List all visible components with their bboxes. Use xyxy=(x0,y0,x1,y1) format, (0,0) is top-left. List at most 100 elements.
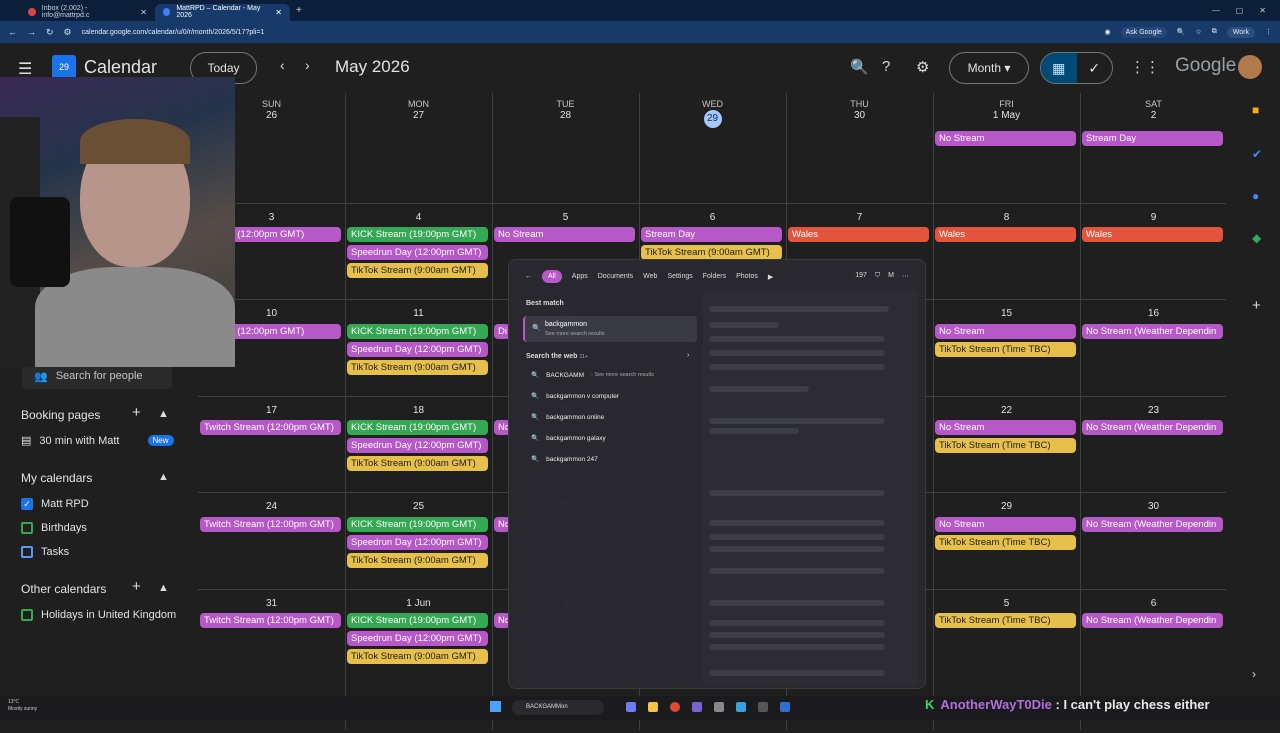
maximize-icon[interactable]: ▢ xyxy=(1236,6,1244,15)
calendar-item-holidays[interactable]: Holidays in United Kingdom xyxy=(21,609,176,621)
calendar-event[interactable]: Speedrun Day (12:00pm GMT) xyxy=(347,342,488,357)
search-icon[interactable]: 🔍 xyxy=(850,58,869,76)
contacts-icon[interactable]: ● xyxy=(1252,189,1259,203)
calendar-event[interactable]: No Stream xyxy=(935,324,1076,339)
day-number[interactable]: 30 xyxy=(786,110,933,121)
day-number[interactable]: 28 xyxy=(492,110,639,121)
app-icon[interactable] xyxy=(626,702,636,712)
app-icon[interactable] xyxy=(692,702,702,712)
calendar-view-icon[interactable]: ▦ xyxy=(1041,53,1077,83)
calendar-event[interactable]: No Stream (Weather Dependin xyxy=(1082,324,1223,339)
day-number[interactable]: 22 xyxy=(933,405,1080,416)
calendar-event[interactable]: TikTok Stream (9:00am GMT) xyxy=(347,456,488,471)
checkbox-icon[interactable] xyxy=(21,609,33,621)
day-number[interactable]: 1 Jun xyxy=(345,598,492,609)
calendar-logo-icon[interactable]: 29 xyxy=(52,55,76,79)
calendar-event[interactable]: No Stream xyxy=(935,420,1076,435)
calendar-event[interactable]: Speedrun Day (12:00pm GMT) xyxy=(347,631,488,646)
day-number[interactable]: 1 May xyxy=(933,110,1080,121)
app-icon[interactable] xyxy=(758,702,768,712)
filter-tab-web[interactable]: Web xyxy=(643,273,657,280)
keep-icon[interactable]: ■ xyxy=(1252,103,1259,117)
day-number[interactable]: 23 xyxy=(1080,405,1227,416)
web-suggestion-item[interactable]: 🔍 backgammon v computer xyxy=(531,392,619,401)
day-number[interactable]: 25 xyxy=(345,501,492,512)
app-icon[interactable] xyxy=(714,702,724,712)
web-suggestion-item[interactable]: 🔍 BACKGAMM - See more search results xyxy=(531,371,654,380)
filter-tab-settings[interactable]: Settings xyxy=(667,273,692,280)
filter-tab-apps[interactable]: Apps xyxy=(572,273,588,280)
calendar-event[interactable]: Twitch Stream (12:00pm GMT) xyxy=(200,613,341,628)
app-icon[interactable] xyxy=(736,702,746,712)
calendar-event[interactable]: Speedrun Day (12:00pm GMT) xyxy=(347,535,488,550)
back-arrow-icon[interactable]: ← xyxy=(525,273,532,280)
url-field[interactable]: calendar.google.com/calendar/u/0/r/month… xyxy=(82,29,265,36)
next-month-icon[interactable]: › xyxy=(305,57,310,73)
collapse-booking-icon[interactable]: ▲ xyxy=(158,408,169,420)
my-calendars-heading[interactable]: My calendars xyxy=(21,471,92,485)
calendar-event[interactable]: KICK Stream (19:00pm GMT) xyxy=(347,324,488,339)
calendar-event[interactable]: Stream Day xyxy=(1082,131,1223,146)
calendar-event[interactable]: TikTok Stream (Time TBC) xyxy=(935,613,1076,628)
booking-page-item[interactable]: ▤ 30 min with Matt New xyxy=(21,434,174,447)
calendar-event[interactable]: Twitch Stream (12:00pm GMT) xyxy=(200,420,341,435)
browser-tab-calendar[interactable]: MattRPD – Calendar - May 2026 ✕ xyxy=(155,3,290,21)
forward-icon[interactable]: → xyxy=(27,27,36,37)
calendar-event[interactable]: Wales xyxy=(1082,227,1223,242)
calendar-event[interactable]: No Stream xyxy=(935,517,1076,532)
day-number[interactable]: 9 xyxy=(1080,212,1227,223)
day-number[interactable]: 24 xyxy=(198,501,345,512)
add-booking-page-icon[interactable]: + xyxy=(132,404,141,421)
calendar-event[interactable]: Speedrun Day (12:00pm GMT) xyxy=(347,438,488,453)
browser-menu-icon[interactable]: ⋮ xyxy=(1265,28,1272,36)
filter-tab-folders[interactable]: Folders xyxy=(703,273,726,280)
back-icon[interactable]: ← xyxy=(8,27,17,37)
show-side-panel-icon[interactable]: › xyxy=(1252,667,1256,681)
more-filters-play-icon[interactable]: ▶ xyxy=(768,273,773,281)
eye-icon[interactable]: ◉ xyxy=(1104,28,1110,36)
apps-grid-icon[interactable]: ⋮⋮ xyxy=(1130,58,1160,76)
calendar-event[interactable]: Wales xyxy=(935,227,1076,242)
web-suggestion-item[interactable]: 🔍 backgammon online xyxy=(531,413,604,422)
day-number[interactable]: 31 xyxy=(198,598,345,609)
close-tab-icon[interactable]: ✕ xyxy=(275,8,282,17)
previous-month-icon[interactable]: ‹ xyxy=(280,57,285,73)
taskbar-search-box[interactable]: BACKGAMMon xyxy=(512,700,604,715)
account-letter[interactable]: M xyxy=(888,272,894,280)
calendar-event[interactable]: TikTok Stream (9:00am GMT) xyxy=(347,649,488,664)
checkbox-icon[interactable] xyxy=(21,522,33,534)
day-number[interactable]: 8 xyxy=(933,212,1080,223)
reload-icon[interactable]: ↻ xyxy=(46,27,54,38)
extensions-icon[interactable]: ⧉ xyxy=(1212,28,1217,36)
chrome-icon[interactable] xyxy=(670,702,680,712)
calendar-event[interactable]: TikTok Stream (Time TBC) xyxy=(935,535,1076,550)
maps-icon[interactable]: ◆ xyxy=(1252,231,1261,245)
search-web-arrow-icon[interactable]: › xyxy=(687,352,689,359)
ask-google-button[interactable]: Ask Google xyxy=(1120,26,1167,38)
best-match-item[interactable]: 🔍 backgammon See more search results xyxy=(523,316,697,342)
get-addons-icon[interactable]: + xyxy=(1252,297,1261,314)
filter-tab-photos[interactable]: Photos xyxy=(736,273,758,280)
calendar-event[interactable]: KICK Stream (19:00pm GMT) xyxy=(347,517,488,532)
calendar-event[interactable]: No Stream (Weather Dependin xyxy=(1082,420,1223,435)
settings-gear-icon[interactable]: ⚙ xyxy=(916,58,929,76)
calendar-event[interactable]: No Stream (Weather Dependin xyxy=(1082,613,1223,628)
calendar-event[interactable]: No Stream xyxy=(935,131,1076,146)
day-number[interactable]: 2 xyxy=(1080,110,1227,121)
day-number[interactable]: 27 xyxy=(345,110,492,121)
calendar-event[interactable]: KICK Stream (19:00pm GMT) xyxy=(347,227,488,242)
other-calendars-heading[interactable]: Other calendars xyxy=(21,582,106,596)
day-number[interactable]: 6 xyxy=(1080,598,1227,609)
site-info-icon[interactable]: ⚙ xyxy=(64,27,72,38)
rewards-icon[interactable]: ⛉ xyxy=(875,272,880,280)
minimize-icon[interactable]: — xyxy=(1212,6,1220,15)
browser-tab-inbox[interactable]: Inbox (2,002) - info@mattrpd.c ✕ xyxy=(20,4,155,21)
tasks-view-icon[interactable]: ✓ xyxy=(1077,53,1113,83)
calendar-event[interactable]: KICK Stream (19:00pm GMT) xyxy=(347,420,488,435)
calendar-item-matt-rpd[interactable]: ✓ Matt RPD xyxy=(21,498,89,510)
main-menu-icon[interactable]: ☰ xyxy=(18,59,32,79)
view-switcher-button[interactable]: Month ▾ xyxy=(949,52,1029,84)
day-number[interactable]: 30 xyxy=(1080,501,1227,512)
web-suggestion-item[interactable]: 🔍 backgammon galaxy xyxy=(531,434,606,443)
profile-button[interactable]: Work xyxy=(1226,26,1255,38)
